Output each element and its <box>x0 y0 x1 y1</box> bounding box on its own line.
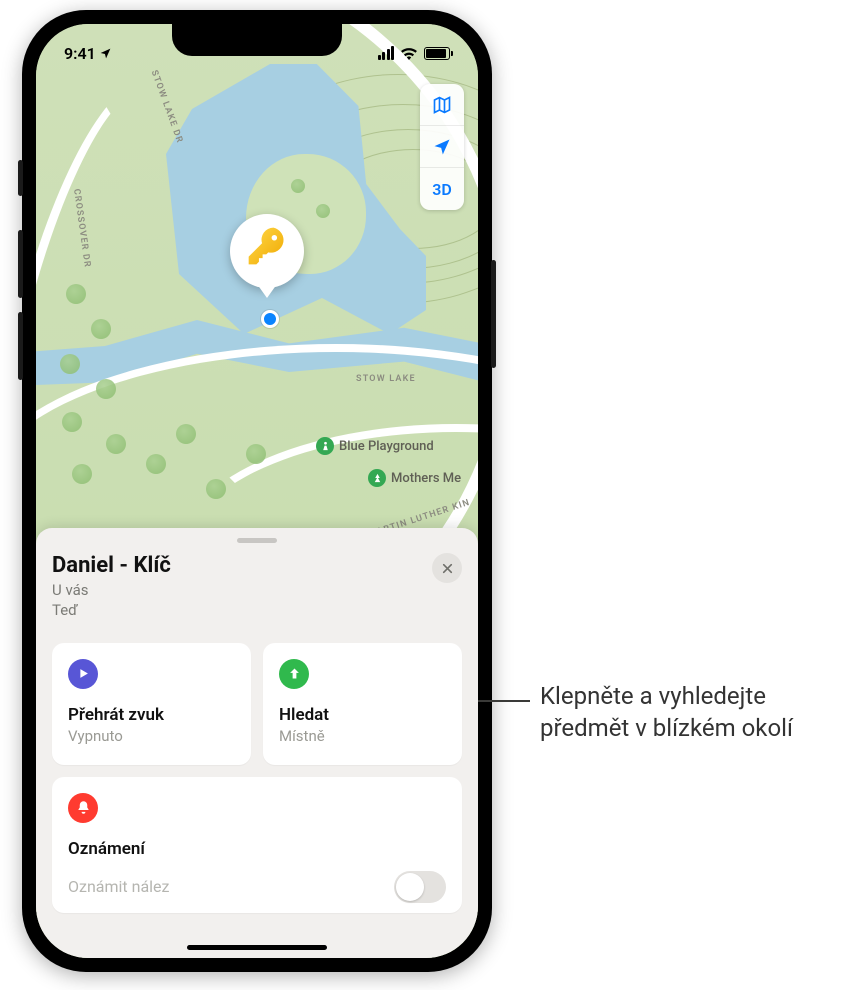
card-subtitle: Vypnuto <box>68 727 235 745</box>
status-time: 9:41 <box>64 44 96 63</box>
power-button <box>491 260 496 368</box>
notify-found-label: Oznámit nález <box>68 877 169 896</box>
phone-frame: 9:41 <box>22 10 492 972</box>
card-title: Přehrát zvuk <box>68 705 235 725</box>
play-sound-card[interactable]: Přehrát zvuk Vypnuto <box>52 643 251 765</box>
tree-icon <box>146 454 166 474</box>
poi-mothers-meadow[interactable]: Mothers Me <box>368 469 461 487</box>
poi-label: Blue Playground <box>339 439 434 454</box>
notify-found-toggle[interactable] <box>394 871 446 903</box>
item-title: Daniel - Klíč <box>52 553 171 578</box>
tree-icon <box>66 284 86 304</box>
tree-icon <box>246 444 266 464</box>
sheet-grabber[interactable] <box>237 538 277 543</box>
volume-down <box>18 312 23 380</box>
map-controls: 3D <box>420 84 464 210</box>
poi-label: Mothers Me <box>391 471 461 486</box>
tree-icon <box>72 464 92 484</box>
playground-icon <box>316 437 334 455</box>
map-mode-button[interactable] <box>420 84 464 126</box>
park-icon <box>368 469 386 487</box>
close-icon <box>441 562 454 575</box>
arrow-up-icon <box>279 659 309 689</box>
tree-icon <box>91 319 111 339</box>
key-icon <box>245 224 289 279</box>
notifications-card[interactable]: Oznámení Oznámit nález <box>52 777 462 913</box>
current-location-dot <box>261 310 279 328</box>
tree-icon <box>106 434 126 454</box>
toggle-3d-button[interactable]: 3D <box>420 168 464 210</box>
item-location-status: U vás <box>52 581 89 599</box>
tree-icon <box>206 479 226 499</box>
find-nearby-card[interactable]: Hledat Místně <box>263 643 462 765</box>
annotation-text: Klepněte a vyhledejte předmět v blízkém … <box>540 680 840 745</box>
bell-icon <box>68 793 98 823</box>
road-label-stow-lake-2: Stow Lake <box>356 374 416 384</box>
battery-icon <box>424 47 450 60</box>
home-indicator[interactable] <box>187 945 327 950</box>
tree-icon <box>96 379 116 399</box>
locate-me-button[interactable] <box>420 126 464 168</box>
card-title: Oznámení <box>68 839 446 859</box>
cellular-signal-icon <box>378 46 395 60</box>
location-services-icon <box>99 47 112 60</box>
tree-icon <box>60 354 80 374</box>
play-icon <box>68 659 98 689</box>
item-time-status: Teď <box>52 601 78 619</box>
wifi-icon <box>400 47 418 60</box>
card-title: Hledat <box>279 705 446 725</box>
close-button[interactable] <box>432 553 462 583</box>
volume-up <box>18 230 23 298</box>
card-subtitle: Místně <box>279 727 446 745</box>
item-pin[interactable] <box>230 214 304 288</box>
item-detail-sheet: Daniel - Klíč U vás Teď Přehrát zvuk <box>36 528 478 958</box>
tree-icon <box>62 412 82 432</box>
screen: 9:41 <box>36 24 478 958</box>
tree-icon <box>316 204 330 218</box>
notch <box>172 24 342 56</box>
poi-blue-playground[interactable]: Blue Playground <box>316 437 434 455</box>
tree-icon <box>291 179 305 193</box>
tree-icon <box>176 424 196 444</box>
switch-silent <box>18 160 23 196</box>
